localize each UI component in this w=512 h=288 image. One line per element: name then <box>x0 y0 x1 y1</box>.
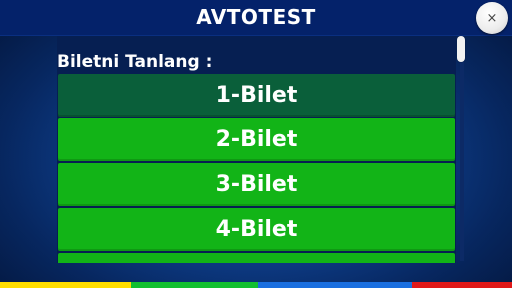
ticket-list-panel: Biletni Tanlang : 1-Bilet 2-Bilet 3-Bile… <box>57 36 456 263</box>
stripe-yellow <box>0 282 131 288</box>
ticket-label: 4-Bilet <box>215 217 298 242</box>
ticket-label: 1-Bilet <box>215 83 298 108</box>
scrollbar-track[interactable] <box>460 36 464 261</box>
app-title: AVTOTEST <box>196 5 316 29</box>
ticket-button-5-partial[interactable] <box>58 253 455 263</box>
color-stripe-bar <box>0 282 512 288</box>
ticket-button-3[interactable]: 3-Bilet <box>58 163 455 206</box>
stripe-blue <box>258 282 412 288</box>
ticket-button-4[interactable]: 4-Bilet <box>58 208 455 251</box>
ticket-button-1[interactable]: 1-Bilet <box>58 74 455 117</box>
ticket-button-2[interactable]: 2-Bilet <box>58 118 455 161</box>
close-icon: × <box>486 10 498 26</box>
stripe-green <box>131 282 258 288</box>
close-button[interactable]: × <box>476 2 508 34</box>
stripe-red <box>412 282 512 288</box>
ticket-label: 3-Bilet <box>215 172 298 197</box>
ticket-label: 2-Bilet <box>215 127 298 152</box>
choose-ticket-heading: Biletni Tanlang : <box>57 52 213 72</box>
scrollbar-thumb[interactable] <box>457 36 465 62</box>
